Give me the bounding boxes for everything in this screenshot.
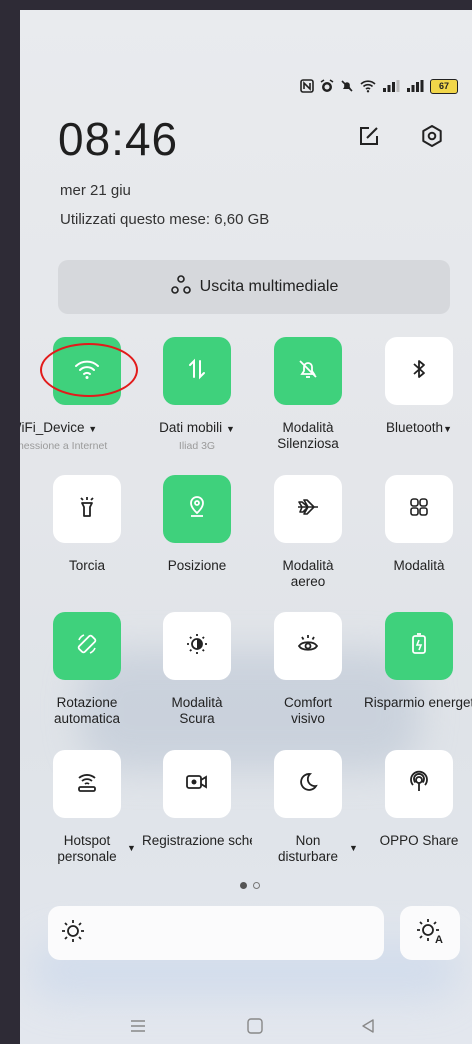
flashlight-icon (76, 495, 98, 524)
tile-label: Hotspot personale (57, 833, 117, 864)
grid-icon (408, 496, 430, 523)
bell-off-icon (297, 358, 319, 385)
status-bar: 67 (300, 76, 458, 96)
page-dot (253, 882, 260, 889)
modes-tile[interactable] (385, 475, 453, 543)
oppo-share-icon (407, 770, 431, 799)
airplane-icon (296, 496, 320, 523)
page-dot-active (240, 882, 247, 889)
bluetooth-tile[interactable] (385, 337, 453, 405)
sun-icon (60, 918, 86, 949)
menu-icon (129, 1018, 147, 1039)
battery-saver-tile[interactable] (385, 612, 453, 680)
chevron-down-icon[interactable]: ▼ (349, 843, 358, 853)
annotation-circle (40, 343, 138, 397)
oppo-share-tile[interactable] (385, 750, 453, 818)
auto-brightness-icon: A (415, 917, 445, 950)
svg-text:A: A (435, 934, 443, 945)
edit-icon[interactable] (355, 122, 383, 150)
do-not-disturb-tile[interactable] (274, 750, 342, 818)
chevron-down-icon[interactable]: ▼ (127, 843, 136, 853)
media-output-button[interactable]: Uscita multimediale (58, 260, 450, 314)
dark-mode-icon (185, 632, 209, 661)
eye-comfort-tile[interactable] (274, 612, 342, 680)
settings-icon[interactable] (418, 122, 446, 150)
screen-record-icon (184, 771, 210, 798)
signal-icon (382, 79, 400, 93)
tile-label: Modalità Silenziosa (277, 420, 339, 451)
home-button[interactable] (240, 1016, 270, 1040)
tile-label: Torcia (68, 558, 105, 573)
location-tile[interactable] (163, 475, 231, 543)
tile-label: Posizione (167, 558, 227, 573)
tile-label: Dati mobili ▼ (159, 420, 235, 435)
dark-mode-tile[interactable] (163, 612, 231, 680)
auto-brightness-button[interactable]: A (400, 906, 460, 960)
media-output-icon (170, 274, 192, 301)
tile-label: Non disturbare (277, 833, 339, 864)
hotspot-icon (75, 770, 99, 799)
tile-sublabel: Connessione a Internet (20, 440, 108, 452)
wifi-icon (360, 79, 376, 93)
tile-label: Modalità aereo (282, 558, 334, 589)
battery-icon: 67 (430, 78, 458, 94)
bluetooth-icon (409, 358, 429, 385)
rotation-icon (75, 632, 99, 661)
brightness-slider[interactable] (48, 906, 384, 960)
menu-button[interactable] (123, 1016, 153, 1040)
tile-label: WiFi_Device ▼ (20, 420, 98, 435)
battery-saver-icon (409, 632, 429, 661)
tile-label: OPPO Share (379, 833, 459, 848)
media-output-label: Uscita multimediale (199, 278, 339, 295)
silent-mode-tile[interactable] (274, 337, 342, 405)
bell-off-icon (340, 79, 354, 93)
data-usage-text: Utilizzati questo mese: 6,60 GB (60, 211, 270, 228)
date-text: mer 21 giu (60, 182, 131, 199)
back-icon (359, 1017, 377, 1040)
tile-label: Risparmio energetico (364, 695, 472, 710)
tile-label: Comfort visivo (283, 695, 332, 726)
auto-rotate-tile[interactable] (53, 612, 121, 680)
page-indicator (240, 882, 260, 889)
airplane-mode-tile[interactable] (274, 475, 342, 543)
mobile-data-tile[interactable] (163, 337, 231, 405)
tile-label: Modalità (393, 558, 445, 573)
back-button[interactable] (353, 1016, 383, 1040)
control-center: 67 08:46 mer 21 giu Utilizzati questo me… (20, 10, 472, 1044)
tile-label: Bluetooth▼ (386, 420, 452, 435)
tile-label: Rotazione automatica (53, 695, 121, 726)
flashlight-tile[interactable] (53, 475, 121, 543)
eye-comfort-icon (296, 632, 320, 661)
tile-sublabel: Iliad 3G (178, 440, 216, 452)
hotspot-tile[interactable] (53, 750, 121, 818)
alarm-icon (320, 79, 334, 93)
home-icon (246, 1017, 264, 1040)
signal-icon (406, 79, 424, 93)
moon-icon (297, 771, 319, 798)
nfc-icon (300, 79, 314, 93)
tile-label: Modalità Scura (171, 695, 223, 726)
clock-time: 08:46 (58, 113, 179, 165)
screen-record-tile[interactable] (163, 750, 231, 818)
location-icon (186, 495, 208, 524)
mobile-data-icon (186, 358, 208, 385)
tile-label: Registrazione schermo (142, 833, 252, 848)
